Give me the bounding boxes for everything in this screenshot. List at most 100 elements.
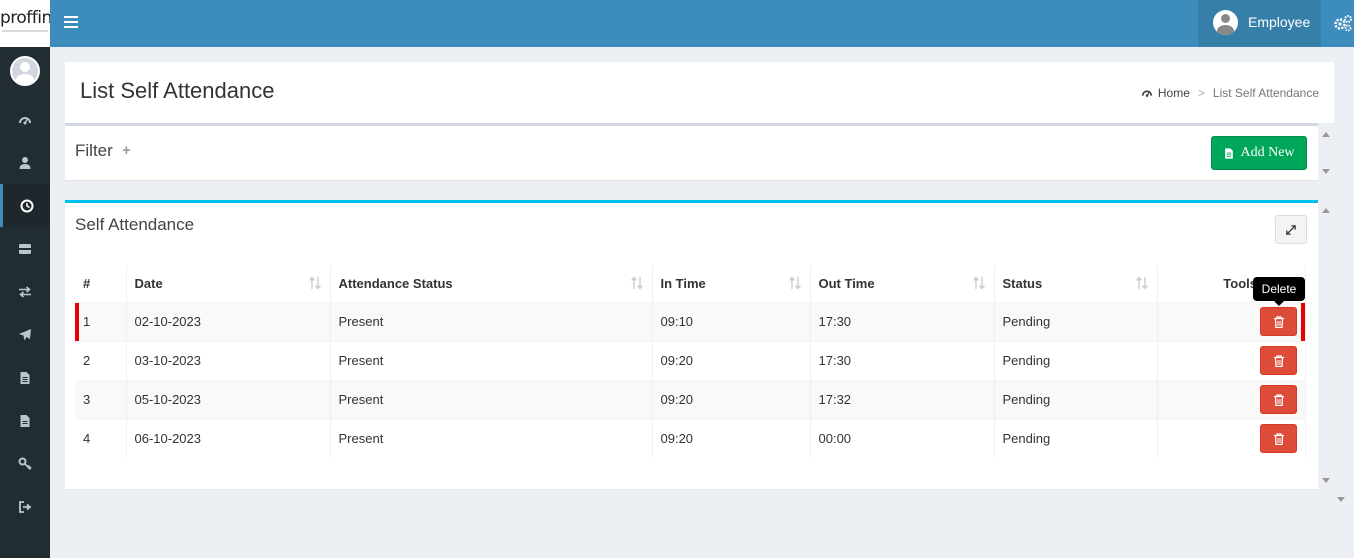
cell-out-time: 17:32	[810, 379, 995, 419]
breadcrumb: Home > List Self Attendance	[1141, 86, 1319, 100]
top-navbar: Employee	[50, 0, 1354, 47]
sidebar-item-transfer[interactable]	[0, 270, 50, 313]
sidebar-item-documents[interactable]	[0, 356, 50, 399]
cell-tools	[1157, 379, 1306, 419]
self-attendance-title: Self Attendance	[75, 215, 195, 234]
breadcrumb-current: List Self Attendance	[1212, 86, 1319, 100]
cell-number: 3	[75, 379, 127, 419]
gears-icon[interactable]	[1333, 13, 1353, 33]
table-row: 3 05-10-2023 Present 09:20 17:32 Pending	[75, 379, 1306, 419]
sort-icon	[630, 276, 643, 290]
sidebar-item-logout[interactable]	[0, 485, 50, 528]
cell-out-time: 17:30	[810, 301, 995, 341]
user-menu[interactable]: Employee	[1198, 0, 1321, 47]
sidebar-item-password[interactable]	[0, 442, 50, 485]
page-scroll-down[interactable]	[1337, 497, 1345, 502]
column-header-number: #	[75, 265, 127, 302]
column-header-date[interactable]: Date	[126, 265, 331, 302]
card-icon	[19, 243, 31, 254]
self-attendance-box: Self Attendance # Date Attendance Status…	[65, 200, 1318, 490]
exchange-icon	[19, 285, 31, 298]
table-row: 2 03-10-2023 Present 09:20 17:30 Pending	[75, 340, 1306, 380]
cell-tools	[1157, 301, 1306, 341]
delete-button[interactable]	[1260, 385, 1297, 414]
cell-tools	[1157, 340, 1306, 380]
cell-status: Pending	[994, 418, 1158, 458]
table-scroll-down[interactable]	[1322, 478, 1330, 483]
cell-number: 1	[75, 301, 127, 341]
sidebar-item-profile[interactable]	[0, 141, 50, 184]
trash-icon	[1274, 394, 1284, 406]
document-icon	[20, 371, 30, 384]
cell-in-time: 09:20	[652, 379, 811, 419]
sign-out-icon	[19, 500, 32, 513]
sidebar	[0, 47, 50, 558]
cell-status: Pending	[994, 301, 1158, 341]
column-header-in-time[interactable]: In Time	[652, 265, 811, 302]
delete-button[interactable]	[1260, 346, 1297, 375]
expand-icon	[1286, 224, 1296, 235]
cell-number: 4	[75, 418, 127, 458]
filter-scroll-up[interactable]	[1322, 132, 1330, 137]
cell-date: 03-10-2023	[126, 340, 331, 380]
trash-icon	[1274, 355, 1284, 367]
column-label: In Time	[660, 275, 706, 291]
cell-in-time: 09:20	[652, 340, 811, 380]
clock-icon	[20, 199, 33, 212]
column-label: Status	[1002, 275, 1043, 291]
filter-toggle-icon[interactable]: +	[122, 142, 131, 159]
cell-out-time: 17:30	[810, 340, 995, 380]
file-icon	[20, 414, 30, 427]
breadcrumb-separator: >	[1197, 86, 1205, 100]
trash-icon	[1274, 433, 1284, 446]
table-row: 1 02-10-2023 Present 09:10 17:30 Pending	[75, 301, 1306, 341]
filter-scroll-down[interactable]	[1322, 169, 1330, 174]
user-icon	[19, 156, 31, 169]
cell-tools	[1157, 418, 1306, 458]
cell-in-time: 09:20	[652, 418, 811, 458]
delete-tooltip: Delete	[1253, 277, 1305, 301]
sidebar-item-dashboard[interactable]	[0, 98, 50, 141]
add-new-button[interactable]: Add New	[1211, 136, 1307, 170]
logo[interactable]: proffin	[0, 0, 50, 47]
sort-icon	[308, 276, 321, 290]
trash-icon	[1274, 316, 1284, 328]
filter-box: Filter + Add New	[65, 123, 1318, 181]
cell-date: 06-10-2023	[126, 418, 331, 458]
plane-icon	[19, 328, 31, 340]
column-header-attendance-status[interactable]: Attendance Status	[330, 265, 653, 302]
cell-attendance-status: Present	[330, 418, 653, 458]
breadcrumb-home[interactable]: Home	[1158, 86, 1190, 100]
add-new-label: Add New	[1240, 145, 1295, 160]
cell-attendance-status: Present	[330, 379, 653, 419]
dashboard-icon	[1141, 90, 1153, 97]
sidebar-avatar[interactable]	[10, 56, 40, 86]
page-header: List Self Attendance Home > List Self At…	[65, 62, 1334, 123]
expand-button[interactable]	[1275, 215, 1307, 244]
document-icon	[1225, 147, 1234, 159]
menu-toggle-icon[interactable]	[64, 16, 78, 28]
sidebar-item-attendance[interactable]	[0, 184, 50, 227]
tooltip-arrow	[1274, 301, 1284, 306]
cell-attendance-status: Present	[330, 301, 653, 341]
column-label: Attendance Status	[338, 275, 453, 291]
attendance-table: # Date Attendance Status In Time Out Tim…	[75, 265, 1306, 458]
sidebar-item-payroll[interactable]	[0, 227, 50, 270]
cell-status: Pending	[994, 379, 1158, 419]
logo-underline	[2, 30, 48, 32]
column-label: Out Time	[818, 275, 875, 291]
column-header-status[interactable]: Status	[994, 265, 1158, 302]
sidebar-item-reports[interactable]	[0, 399, 50, 442]
delete-button[interactable]	[1260, 424, 1297, 454]
sidebar-item-travel[interactable]	[0, 313, 50, 356]
cell-status: Pending	[994, 340, 1158, 380]
table-row: 4 06-10-2023 Present 09:20 00:00 Pending	[75, 418, 1306, 458]
delete-button[interactable]	[1260, 307, 1297, 336]
column-header-out-time[interactable]: Out Time	[810, 265, 995, 302]
cell-number: 2	[75, 340, 127, 380]
sort-icon	[1135, 276, 1148, 290]
filter-title: Filter	[75, 141, 113, 160]
avatar	[1213, 10, 1238, 35]
table-scroll-up[interactable]	[1322, 208, 1330, 213]
user-name: Employee	[1248, 14, 1311, 30]
